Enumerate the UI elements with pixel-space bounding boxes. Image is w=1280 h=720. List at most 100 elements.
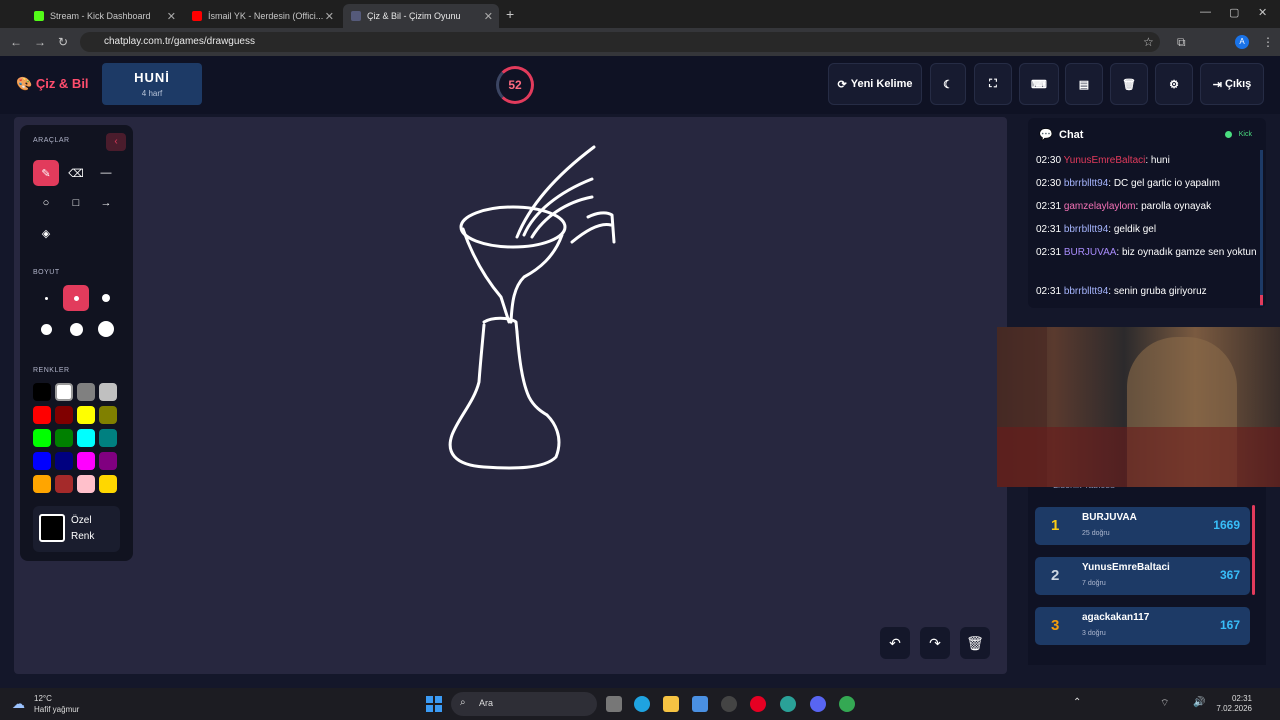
wifi-icon[interactable]: ⌔ xyxy=(1160,697,1169,710)
back-icon[interactable]: ← xyxy=(10,35,22,49)
chat-scrollbar[interactable] xyxy=(1260,150,1263,306)
color-swatch[interactable] xyxy=(99,475,117,493)
size-option-2[interactable] xyxy=(63,285,89,311)
url-field[interactable]: chatplay.com.tr/games/drawguess xyxy=(80,32,1160,52)
new-word-button[interactable]: ⟳ Yeni Kelime xyxy=(828,63,922,105)
undo-button[interactable]: ↶ xyxy=(880,627,910,659)
size-option-5[interactable] xyxy=(63,316,89,342)
rectangle-tool-button[interactable]: □ xyxy=(63,190,89,216)
size-option-3[interactable] xyxy=(93,285,119,311)
window-close-icon[interactable]: ✕ xyxy=(1258,6,1267,19)
message-user[interactable]: bbrrblltt94 xyxy=(1064,224,1108,235)
logo-text: Çiz & Bil xyxy=(35,76,89,91)
message-user[interactable]: YunusEmreBaltaci xyxy=(1064,155,1146,166)
drawing-canvas[interactable] xyxy=(14,117,1007,674)
color-swatch[interactable] xyxy=(99,452,117,470)
color-swatch[interactable] xyxy=(55,429,73,447)
color-swatch[interactable] xyxy=(33,475,51,493)
size-option-6[interactable] xyxy=(93,316,119,342)
line-tool-button[interactable]: — xyxy=(93,160,119,186)
color-swatch[interactable] xyxy=(99,429,117,447)
message-user[interactable]: gamzelaylaylom xyxy=(1064,201,1136,212)
chevron-up-icon[interactable]: ⌃ xyxy=(1073,697,1081,708)
clear-canvas-button[interactable]: 🗑 xyxy=(960,627,990,659)
maximize-icon[interactable]: ▢ xyxy=(1229,6,1239,19)
fullscreen-button[interactable]: ⛶ xyxy=(974,63,1012,105)
leaderboard-scrollbar[interactable] xyxy=(1252,505,1255,595)
undo-icon: ↶ xyxy=(889,634,901,651)
taskbar-search[interactable]: ⌕ Ara xyxy=(451,692,597,716)
leaderboard-rank: 3 xyxy=(1051,617,1060,634)
profile-avatar[interactable]: A xyxy=(1235,35,1249,49)
brush-tool-button[interactable]: ✎ xyxy=(33,160,59,186)
color-swatch[interactable] xyxy=(77,475,95,493)
discord-icon[interactable] xyxy=(810,696,826,712)
message-user[interactable]: BURJUVAA xyxy=(1064,247,1117,258)
color-swatch[interactable] xyxy=(99,383,117,401)
tab-youtube[interactable]: İsmail YK - Nerdesin (Offici... ✕ xyxy=(184,4,340,28)
dark-mode-button[interactable]: ☾ xyxy=(930,63,966,105)
color-swatch[interactable] xyxy=(99,406,117,424)
extensions-icon[interactable]: ⧉ xyxy=(1177,35,1186,50)
eraser-tool-button[interactable]: ⌫ xyxy=(63,160,89,186)
keyboard-button[interactable]: ⌨ xyxy=(1019,63,1059,105)
color-swatch[interactable] xyxy=(77,429,95,447)
reload-icon[interactable]: ↻ xyxy=(58,35,68,49)
chrome-icon[interactable] xyxy=(839,696,855,712)
system-clock[interactable]: 02:31 7.02.2026 xyxy=(1212,694,1252,714)
leaderboard-correct-count: 7 doğru xyxy=(1082,580,1106,587)
color-swatch[interactable] xyxy=(77,383,95,401)
scrollbar-thumb[interactable] xyxy=(1260,295,1263,305)
message-user[interactable]: bbrrblltt94 xyxy=(1064,178,1108,189)
exit-button[interactable]: ⇥ Çıkış xyxy=(1200,63,1264,105)
color-swatch[interactable] xyxy=(55,475,73,493)
color-swatch[interactable] xyxy=(77,452,95,470)
circle-tool-button[interactable]: ○ xyxy=(33,190,59,216)
forward-icon[interactable]: → xyxy=(34,35,46,49)
color-swatch[interactable] xyxy=(33,406,51,424)
app-icon-1[interactable] xyxy=(721,696,737,712)
close-icon[interactable]: ✕ xyxy=(484,10,493,23)
tab-kick-dashboard[interactable]: Stream - Kick Dashboard ✕ xyxy=(26,4,182,28)
pinterest-icon[interactable] xyxy=(750,696,766,712)
color-swatch[interactable] xyxy=(77,406,95,424)
message-time: 02:31 xyxy=(1036,247,1062,258)
fill-tool-button[interactable]: ◈ xyxy=(33,220,59,246)
custom-color-button[interactable]: Özel Renk xyxy=(33,506,120,552)
edge-icon[interactable] xyxy=(634,696,650,712)
message-user[interactable]: bbrrblltt94 xyxy=(1064,286,1108,297)
bookmark-star-icon[interactable]: ☆ xyxy=(1143,35,1154,49)
windows-start-icon[interactable] xyxy=(426,696,442,712)
new-tab-icon[interactable]: + xyxy=(506,6,514,22)
store-icon[interactable] xyxy=(692,696,708,712)
redo-button[interactable]: ↷ xyxy=(920,627,950,659)
task-view-icon[interactable] xyxy=(606,696,622,712)
app-icon-2[interactable] xyxy=(780,696,796,712)
color-swatch[interactable] xyxy=(55,452,73,470)
leaderboard-score: 1669 xyxy=(1213,518,1240,532)
close-icon[interactable]: ✕ xyxy=(167,10,176,23)
minimize-icon[interactable]: — xyxy=(1200,6,1211,18)
color-swatch[interactable] xyxy=(33,452,51,470)
archive-button[interactable]: ▤ xyxy=(1065,63,1103,105)
collapse-panel-button[interactable]: ‹ xyxy=(106,133,126,151)
refresh-icon: ⟳ xyxy=(837,78,847,91)
close-icon[interactable]: ✕ xyxy=(325,10,334,23)
app-logo[interactable]: 🎨 Çiz & Bil xyxy=(16,76,89,92)
size-option-1[interactable] xyxy=(33,285,59,311)
weather-widget[interactable]: 12°C Hafif yağmur xyxy=(34,693,79,715)
color-swatch[interactable] xyxy=(33,429,51,447)
arrow-tool-button[interactable]: → xyxy=(93,190,119,216)
volume-icon[interactable]: 🔊 xyxy=(1193,697,1205,708)
color-swatch[interactable] xyxy=(55,383,73,401)
file-explorer-icon[interactable] xyxy=(663,696,679,712)
palette-icon: 🎨 xyxy=(16,76,33,91)
menu-dots-icon[interactable]: ⋮ xyxy=(1262,35,1274,49)
size-option-4[interactable] xyxy=(33,316,59,342)
tab-cizbil[interactable]: Çiz & Bil - Çizim Oyunu ✕ xyxy=(343,4,499,28)
color-swatch[interactable] xyxy=(55,406,73,424)
trash-button[interactable]: 🗑 xyxy=(1110,63,1148,105)
color-swatch[interactable] xyxy=(33,383,51,401)
exit-label: Çıkış xyxy=(1224,78,1252,90)
settings-button[interactable]: ⚙ xyxy=(1155,63,1193,105)
